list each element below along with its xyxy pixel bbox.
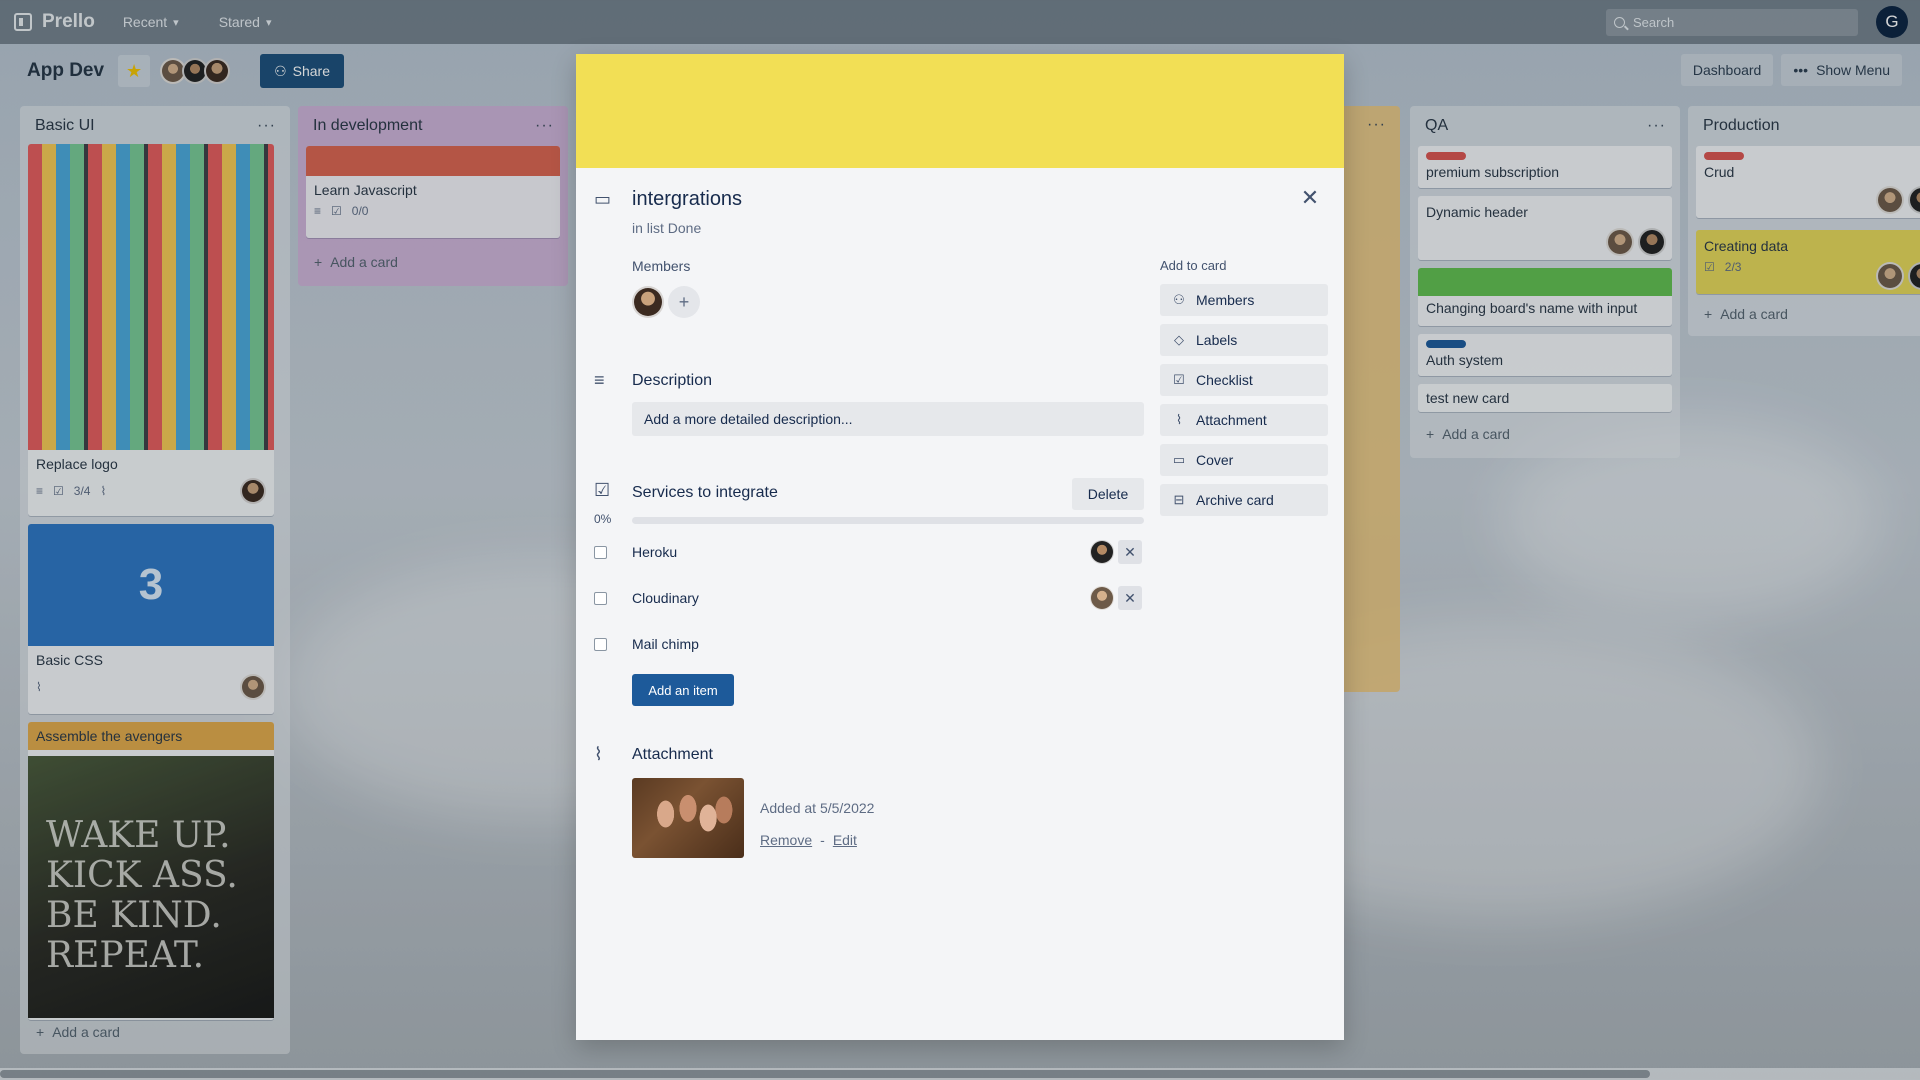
attachment-icon: ⌇ [594, 744, 603, 764]
tag-icon: ◇ [1174, 332, 1184, 347]
card-cover [576, 54, 1344, 168]
card-list-location: in list Done [632, 220, 702, 236]
sidebar-button-label: Attachment [1196, 412, 1267, 428]
plus-icon: + [678, 291, 690, 312]
card-icon: ▭ [594, 189, 612, 209]
avatar[interactable] [632, 286, 664, 318]
checklist-item-label[interactable]: Mail chimp [632, 636, 699, 652]
sidebar-labels-button[interactable]: ◇ Labels [1160, 324, 1328, 356]
checklist-item: Heroku ✕ [594, 538, 1144, 566]
delete-checklist-button[interactable]: Delete [1072, 478, 1144, 510]
user-icon: ⚇ [1173, 292, 1185, 307]
attachment-title: Attachment [632, 746, 713, 763]
close-icon[interactable]: ✕ [1118, 540, 1142, 564]
card-detail-modal: ✕ ▭ intergrations in list Done Members +… [576, 54, 1344, 1040]
checklist-icon: ☑ [594, 480, 611, 500]
close-icon[interactable]: ✕ [1298, 185, 1322, 210]
avatar[interactable] [1090, 540, 1114, 564]
add-member-button[interactable]: + [668, 286, 700, 318]
add-to-card-label: Add to card [1160, 258, 1227, 273]
checkbox[interactable] [594, 545, 607, 559]
sidebar-button-label: Checklist [1196, 372, 1253, 388]
attachment-actions: Remove - Edit [760, 832, 857, 848]
sidebar-archive-button[interactable]: ⊟ Archive card [1160, 484, 1328, 516]
checklist-title[interactable]: Services to integrate [632, 484, 778, 502]
description-icon: ≡ [594, 370, 605, 390]
avatar[interactable] [1090, 586, 1114, 610]
attachment-icon: ⌇ [1175, 412, 1183, 427]
close-icon[interactable]: ✕ [1118, 586, 1142, 610]
remove-attachment-link[interactable]: Remove [760, 832, 812, 848]
checkbox[interactable] [594, 637, 607, 651]
attachment-date: Added at 5/5/2022 [760, 800, 875, 816]
checklist-item: Cloudinary ✕ [594, 584, 1144, 612]
checklist-icon: ☑ [1173, 372, 1185, 387]
scrollbar-thumb[interactable] [0, 1070, 1650, 1078]
sidebar-attachment-button[interactable]: ⌇ Attachment [1160, 404, 1328, 436]
description-input[interactable]: Add a more detailed description... [632, 402, 1144, 436]
members-label: Members [632, 258, 691, 274]
card-title[interactable]: intergrations [632, 188, 742, 211]
sidebar-checklist-button[interactable]: ☑ Checklist [1160, 364, 1328, 396]
sidebar-button-label: Labels [1196, 332, 1238, 348]
checkbox[interactable] [594, 591, 607, 605]
cover-icon: ▭ [1172, 452, 1186, 467]
checklist-progress-bar [632, 517, 1144, 524]
add-item-button[interactable]: Add an item [632, 674, 734, 706]
separator: - [820, 832, 825, 848]
checklist-item-label[interactable]: Cloudinary [632, 590, 699, 606]
archive-icon: ⊟ [1173, 492, 1185, 507]
sidebar-button-label: Archive card [1196, 492, 1274, 508]
attachment-thumbnail[interactable] [632, 778, 744, 858]
horizontal-scrollbar[interactable] [0, 1068, 1920, 1080]
sidebar-cover-button[interactable]: ▭ Cover [1160, 444, 1328, 476]
description-title: Description [632, 372, 713, 389]
checklist-item-label[interactable]: Heroku [632, 544, 677, 560]
sidebar-button-label: Members [1196, 292, 1255, 308]
checklist-item: Mail chimp [594, 630, 1144, 658]
sidebar-button-label: Cover [1196, 452, 1234, 468]
edit-attachment-link[interactable]: Edit [833, 832, 857, 848]
sidebar-members-button[interactable]: ⚇ Members [1160, 284, 1328, 316]
checklist-progress-text: 0% [594, 512, 612, 526]
